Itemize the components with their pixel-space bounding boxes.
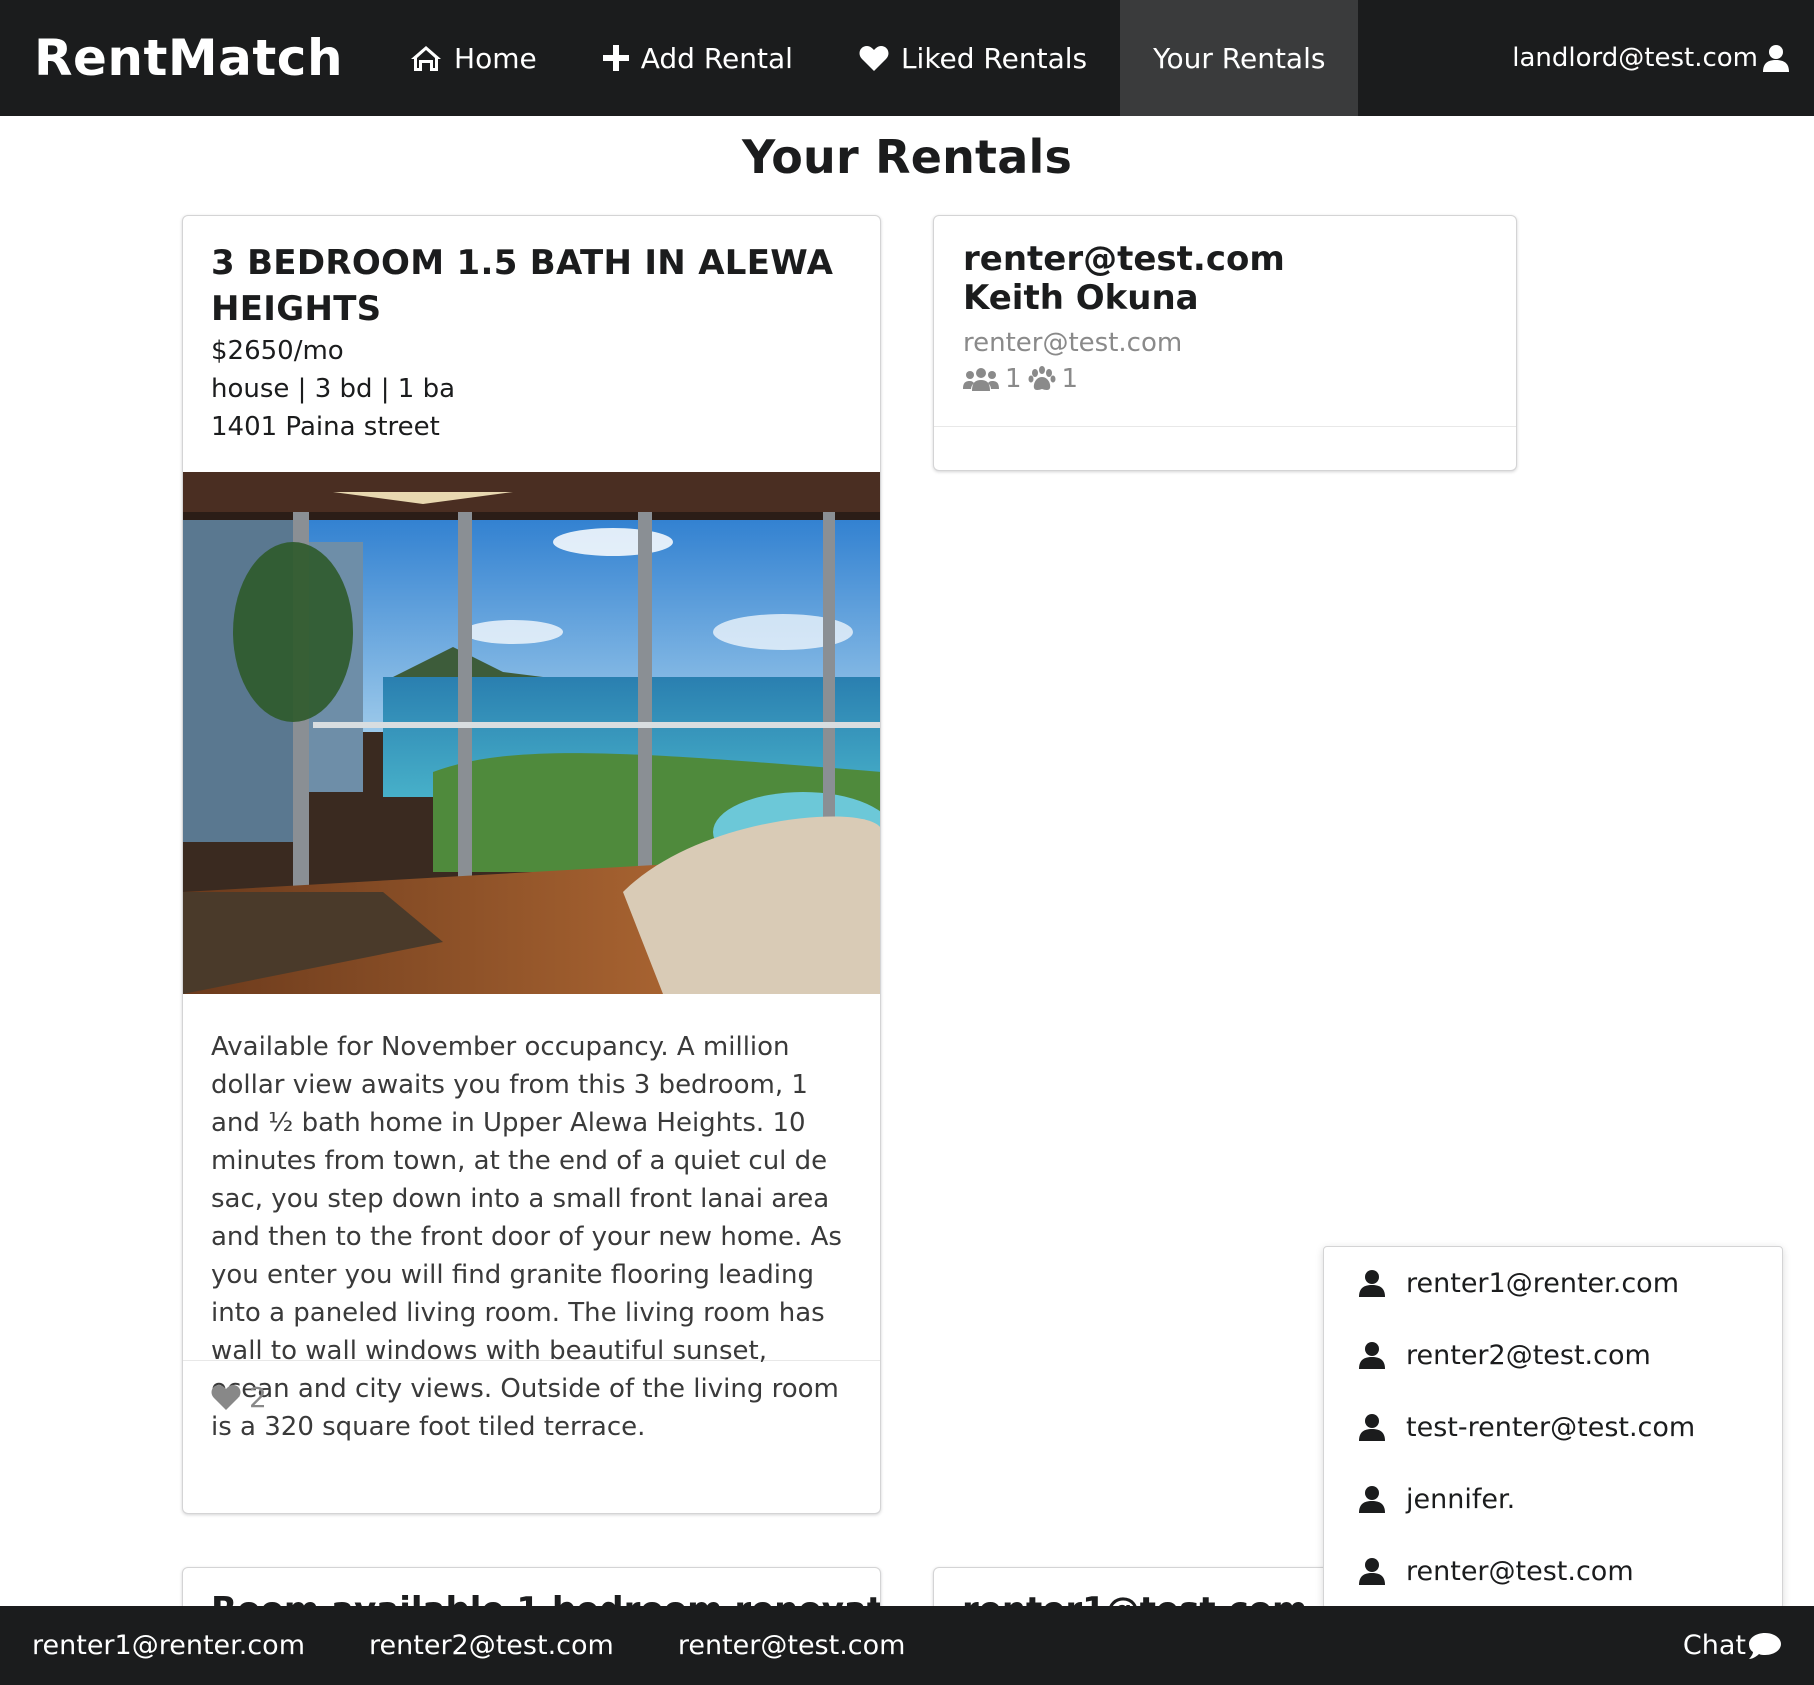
renter-name: Keith Okuna (963, 278, 1199, 318)
chat-toggle-label: Chat (1682, 1630, 1746, 1661)
rental-price: $2650/mo (211, 336, 344, 366)
nav-add-rental[interactable]: Add Rental (570, 0, 826, 116)
renter-occupants: 1 (1005, 364, 1022, 394)
renter-email: renter@test.com (963, 328, 1183, 358)
chat-tab[interactable]: renter2@test.com (337, 1630, 646, 1661)
user-icon (1359, 1558, 1385, 1585)
chat-contact-label: renter1@renter.com (1406, 1267, 1680, 1299)
users-icon (963, 368, 999, 391)
nav-liked-rentals-label: Liked Rentals (900, 41, 1088, 75)
chat-tab[interactable]: renter@test.com (646, 1630, 938, 1661)
rental-address: 1401 Paina street (211, 412, 440, 442)
home-icon (411, 46, 442, 71)
chat-contact-label: renter@test.com (1406, 1555, 1634, 1587)
rental-description: Available for November occupancy. A mill… (183, 994, 880, 1442)
chat-contacts-popup: renter1@renter.com renter2@test.com test… (1323, 1246, 1783, 1622)
chat-toggle-button[interactable]: Chat (1683, 1630, 1814, 1661)
rental-likes-count: 2 (249, 1381, 267, 1414)
user-icon (1763, 45, 1789, 72)
page-title: Your Rentals (741, 130, 1073, 184)
chat-contact-item[interactable]: jennifer. (1324, 1463, 1782, 1535)
chat-contact-label: renter2@test.com (1406, 1339, 1651, 1371)
chat-contact-label: test-renter@test.com (1406, 1411, 1696, 1443)
chat-tab[interactable]: renter1@renter.com (0, 1630, 337, 1661)
rental-photo (183, 472, 880, 994)
comment-icon (1749, 1632, 1781, 1659)
plus-icon (602, 45, 629, 71)
brand-logo[interactable]: RentMatch (0, 0, 377, 116)
chat-contact-label: jennifer. (1406, 1483, 1516, 1515)
nav-home-label: Home (454, 41, 537, 75)
nav-add-rental-label: Add Rental (640, 41, 793, 75)
renter-email-header: renter@test.com (963, 239, 1285, 279)
chat-contact-item[interactable]: renter@test.com (1324, 1535, 1782, 1607)
user-icon (1359, 1414, 1385, 1441)
rental-card-content: 3 BEDROOM 1.5 BATH IN ALEWA HEIGHTS $265… (183, 216, 880, 472)
rental-title: 3 BEDROOM 1.5 BATH IN ALEWA HEIGHTS (211, 243, 834, 329)
chat-contact-item[interactable]: test-renter@test.com (1324, 1391, 1782, 1463)
user-email: landlord@test.com (1512, 43, 1758, 73)
heart-icon (211, 1385, 241, 1410)
user-icon (1359, 1270, 1385, 1297)
nav-liked-rentals[interactable]: Liked Rentals (826, 0, 1120, 116)
nav-home[interactable]: Home (377, 0, 570, 116)
chat-contact-item[interactable]: renter2@test.com (1324, 1319, 1782, 1391)
renter-stats: 1 1 (963, 364, 1487, 394)
renter-pets: 1 (1061, 364, 1079, 394)
nav-your-rentals[interactable]: Your Rentals (1120, 0, 1359, 116)
top-navbar: RentMatch Home Add Rental Liked Rentals … (0, 0, 1814, 116)
nav-your-rentals-label: Your Rentals (1153, 41, 1326, 75)
renter-card[interactable]: renter@test.com Keith Okuna renter@test.… (933, 215, 1517, 471)
user-menu[interactable]: landlord@test.com (1512, 0, 1814, 116)
user-icon (1359, 1342, 1385, 1369)
paw-icon (1028, 366, 1056, 390)
rental-summary: house | 3 bd | 1 ba (211, 374, 456, 404)
renter-card-content: renter@test.com Keith Okuna renter@test.… (934, 216, 1516, 427)
chat-contact-item[interactable]: renter1@renter.com (1324, 1247, 1782, 1319)
bottom-chat-bar: renter1@renter.com renter2@test.com rent… (0, 1606, 1814, 1685)
user-icon (1359, 1486, 1385, 1513)
heart-icon (859, 45, 889, 71)
rental-card[interactable]: 3 BEDROOM 1.5 BATH IN ALEWA HEIGHTS $265… (182, 215, 881, 1514)
